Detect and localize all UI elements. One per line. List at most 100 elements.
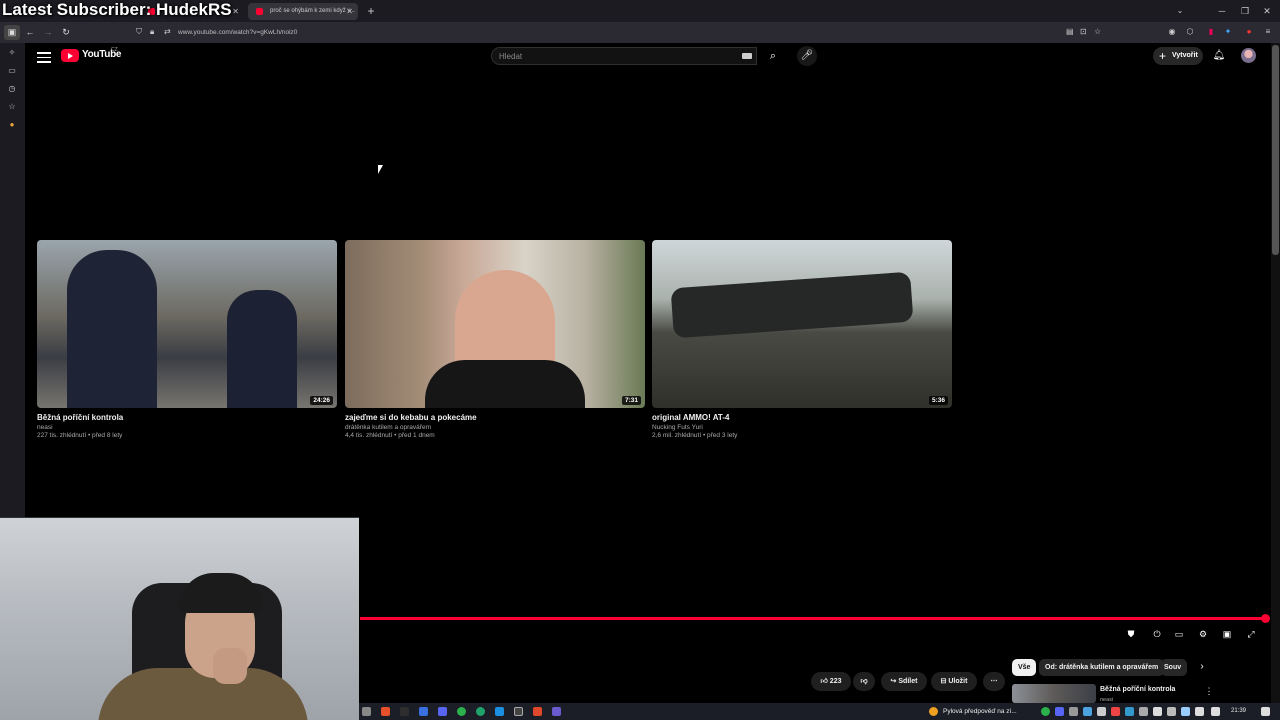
taskbar-app-icon[interactable] [552, 707, 561, 716]
obs-icon[interactable] [514, 707, 523, 716]
video-progress-bar[interactable] [360, 617, 1266, 620]
avatar[interactable] [1241, 48, 1256, 63]
back-icon[interactable]: ← [22, 25, 38, 40]
end-screen-video-card[interactable]: 5:36 original AMMO! AT-4 Nucking Futs Yu… [652, 240, 952, 439]
browser-tab-active[interactable]: proč se ohýbám k zemi když v... ✕ [248, 3, 358, 20]
tray-icon[interactable] [1167, 707, 1176, 716]
bookmark-star-icon[interactable]: ☆ [1094, 27, 1101, 36]
more-actions-button[interactable]: ⋯ [983, 672, 1005, 691]
lock-icon[interactable]: 🔒︎ [150, 27, 154, 37]
tab-list-icon[interactable]: ⌄ [1172, 4, 1188, 18]
brave-browser-icon[interactable] [381, 707, 390, 716]
synced-tabs-icon[interactable]: ▭ [6, 65, 18, 77]
recommended-thumbnail[interactable] [1012, 684, 1096, 703]
account-icon[interactable]: ◉ [1166, 26, 1178, 38]
video-thumbnail[interactable]: 5:36 [652, 240, 952, 408]
tray-icon[interactable] [1153, 707, 1162, 716]
tray-icon[interactable] [1069, 707, 1078, 716]
create-button[interactable]: + Vytvořit [1153, 47, 1203, 65]
keyboard-icon[interactable] [742, 53, 752, 59]
end-screen-video-card[interactable]: 7:31 zajeďme si do kebabu a pokecáme drá… [345, 240, 645, 439]
address-bar[interactable]: ⛉ 🔒︎ ⇄ www.youtube.com/watch?v=gKwLh/nol… [130, 24, 1110, 41]
theater-mode-icon[interactable]: ▣ [1220, 627, 1234, 641]
video-channel[interactable]: drátěnka kutilem a opravářem [345, 424, 645, 431]
tray-discord-icon[interactable] [1055, 707, 1064, 716]
notifications-icon[interactable] [1261, 707, 1270, 716]
search-icon[interactable]: ⌕ [761, 47, 785, 65]
app-menu-icon[interactable]: ≡ [1262, 26, 1274, 38]
close-icon[interactable]: ✕ [1259, 4, 1275, 18]
extension-sidebar-icon[interactable]: ● [6, 119, 18, 131]
search-box[interactable] [491, 47, 757, 65]
extension-icon[interactable]: ● [1243, 26, 1255, 38]
recommended-title[interactable]: Běžná poříční kontrola [1100, 686, 1175, 693]
edge-icon[interactable] [476, 707, 485, 716]
subtitles-icon[interactable]: ▭ [1172, 627, 1186, 641]
video-title[interactable]: zajeďme si do kebabu a pokecáme [345, 413, 645, 422]
bookmarks-icon[interactable]: ☆ [6, 101, 18, 113]
video-channel[interactable]: Nucking Futs Yuri [652, 424, 952, 431]
tab-close-icon[interactable]: ✕ [346, 3, 353, 20]
taskbar-app-icon[interactable] [362, 707, 371, 716]
video-title[interactable]: original AMMO! AT-4 [652, 413, 952, 422]
minimize-icon[interactable]: ─ [1214, 4, 1230, 18]
hamburger-menu-icon[interactable] [37, 49, 51, 63]
more-vertical-icon[interactable]: ⋮ [1203, 684, 1215, 698]
like-button[interactable]: 👍︎ 223 [811, 672, 851, 691]
chip-from-channel[interactable]: Od: drátěnka kutilem a opravářem [1039, 659, 1165, 676]
fullscreen-icon[interactable]: ⤢ [1244, 627, 1258, 641]
tray-icon[interactable] [1111, 707, 1120, 716]
taskbar-app-icon[interactable] [533, 707, 542, 716]
tray-icon[interactable] [1125, 707, 1134, 716]
discord-icon[interactable] [438, 707, 447, 716]
youtube-logo-icon[interactable] [61, 49, 79, 62]
extension-icon[interactable]: ▮ [1205, 26, 1217, 38]
tracking-shield-icon[interactable]: ⛉ [136, 27, 142, 37]
premium-badge-icon[interactable]: ⛊ [1124, 627, 1138, 641]
history-icon[interactable]: ◷ [6, 83, 18, 95]
microphone-icon[interactable]: 🎤︎ [797, 46, 817, 66]
extensions-icon[interactable]: ⬡ [1184, 26, 1196, 38]
weather-icon[interactable] [929, 707, 938, 716]
settings-gear-icon[interactable]: ⚙ [1196, 627, 1210, 641]
save-button[interactable]: ⊟ Uložit [931, 672, 977, 691]
restore-icon[interactable]: ❐ [1237, 4, 1253, 18]
tray-whatsapp-icon[interactable] [1041, 707, 1050, 716]
reader-view-icon[interactable]: ▤ [1066, 27, 1074, 36]
taskbar-app-icon[interactable] [495, 707, 504, 716]
spotify-icon[interactable] [457, 707, 466, 716]
tray-icon[interactable] [1097, 707, 1106, 716]
sidebar-toggle-icon[interactable]: ▣ [4, 25, 20, 40]
dislike-button[interactable]: 👎︎ [853, 672, 875, 691]
new-tab-button[interactable]: + [364, 3, 378, 19]
volume-icon[interactable] [1211, 707, 1220, 716]
video-title[interactable]: Běžná poříční kontrola [37, 413, 337, 422]
autoplay-toggle-icon[interactable]: ⏻ [1148, 627, 1166, 641]
share-button[interactable]: ↪ Sdílet [881, 672, 927, 691]
tray-icon[interactable] [1181, 707, 1190, 716]
url-text[interactable]: www.youtube.com/watch?v=gKwLh/nolz0 [178, 24, 297, 41]
taskbar-app-icon[interactable] [400, 707, 409, 716]
reload-icon[interactable]: ↻ [58, 25, 74, 40]
weather-widget-text[interactable]: Pylová předpověď na zí... [943, 703, 1017, 720]
notifications-bell-icon[interactable]: 🔔︎ [1212, 48, 1226, 64]
chevron-right-icon[interactable]: › [1195, 660, 1209, 674]
chip-all[interactable]: Vše [1012, 659, 1037, 676]
scrollbar-thumb[interactable] [1272, 45, 1279, 255]
taskbar-clock[interactable]: 21:39 [1231, 703, 1246, 720]
end-screen-video-card[interactable]: 24:26 Běžná poříční kontrola neasi 227 t… [37, 240, 337, 439]
wifi-icon[interactable] [1195, 707, 1204, 716]
chip-related[interactable]: Souv [1161, 659, 1187, 676]
tab-close-icon[interactable]: ✕ [232, 3, 239, 20]
tray-icon[interactable] [1139, 707, 1148, 716]
ai-chat-icon[interactable]: ✧ [6, 47, 18, 59]
search-input[interactable] [492, 48, 732, 64]
forward-icon[interactable]: → [40, 25, 56, 40]
video-channel[interactable]: neasi [37, 424, 337, 431]
taskbar-app-icon[interactable] [419, 707, 428, 716]
video-thumbnail[interactable]: 24:26 [37, 240, 337, 408]
video-thumbnail[interactable]: 7:31 [345, 240, 645, 408]
permissions-icon[interactable]: ⇄ [164, 27, 171, 36]
progress-scrubber[interactable] [1261, 614, 1270, 623]
extension-icon[interactable]: ✦ [1222, 26, 1234, 38]
